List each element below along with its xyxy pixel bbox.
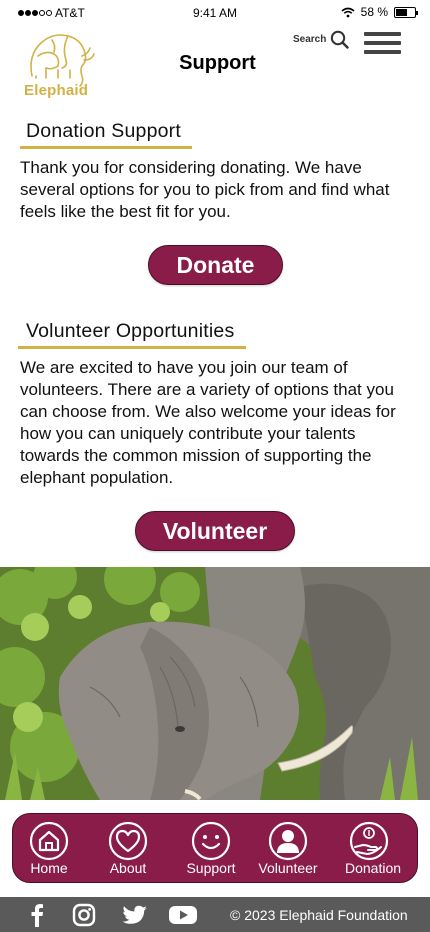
person-icon bbox=[268, 821, 308, 861]
nav-label-home: Home bbox=[30, 860, 68, 876]
status-right: 58 % bbox=[341, 5, 418, 19]
nav-label-about: About bbox=[109, 860, 147, 876]
nav-item-about[interactable]: About bbox=[88, 814, 168, 884]
copyright-text: © 2023 Elephaid Foundation bbox=[230, 907, 408, 923]
search-label: Search bbox=[293, 34, 327, 45]
donation-heading: Donation Support bbox=[26, 120, 181, 142]
donation-heading-underline bbox=[20, 146, 192, 149]
elephants-photo bbox=[0, 567, 430, 800]
home-icon bbox=[29, 821, 69, 861]
donation-description: Thank you for considering donating. We h… bbox=[20, 158, 390, 221]
wifi-icon bbox=[341, 7, 355, 17]
instagram-icon[interactable] bbox=[72, 903, 96, 927]
facebook-icon[interactable] bbox=[28, 903, 46, 927]
battery-percentage: 58 % bbox=[360, 5, 388, 19]
volunteer-heading: Volunteer Opportunities bbox=[26, 320, 235, 342]
bottom-navigation: Home About Support Volunteer Donation bbox=[12, 813, 418, 883]
search-icon bbox=[331, 30, 350, 49]
battery-icon bbox=[394, 6, 418, 18]
heart-icon bbox=[108, 821, 148, 861]
logo-text: Elephaid bbox=[24, 82, 89, 99]
volunteer-description: We are excited to have you join our team… bbox=[20, 358, 396, 487]
nav-label-donation: Donation bbox=[344, 860, 402, 876]
donate-button[interactable]: Donate bbox=[148, 245, 283, 285]
nav-item-donation[interactable]: Donation bbox=[333, 814, 413, 884]
status-bar: AT&T 9:41 AM 58 % bbox=[0, 0, 430, 26]
search-button[interactable]: Search bbox=[293, 30, 350, 49]
nav-item-support[interactable]: Support bbox=[171, 814, 251, 884]
nav-item-volunteer[interactable]: Volunteer bbox=[248, 814, 328, 884]
volunteer-heading-underline bbox=[18, 346, 246, 349]
donation-hand-icon bbox=[349, 821, 389, 861]
nav-label-volunteer: Volunteer bbox=[258, 860, 318, 876]
youtube-icon[interactable] bbox=[168, 903, 198, 927]
smiley-icon bbox=[191, 821, 231, 861]
volunteer-button[interactable]: Volunteer bbox=[135, 511, 295, 551]
nav-item-home[interactable]: Home bbox=[9, 814, 89, 884]
twitter-icon[interactable] bbox=[122, 903, 148, 927]
nav-label-support: Support bbox=[186, 860, 236, 876]
hamburger-menu-icon[interactable] bbox=[364, 32, 401, 56]
footer: © 2023 Elephaid Foundation bbox=[0, 897, 430, 932]
